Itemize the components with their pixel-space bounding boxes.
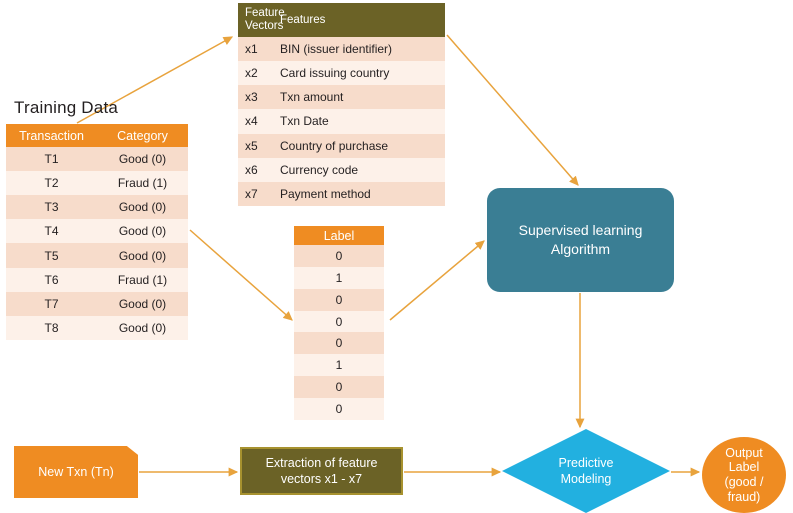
table-row: 0: [294, 310, 384, 333]
training-cell-transaction: T7: [6, 291, 97, 316]
output-label-line2: Label: [728, 460, 760, 475]
training-cell-transaction: T8: [6, 315, 97, 340]
training-cell-category: Good (0): [97, 195, 188, 220]
training-cell-transaction: T2: [6, 171, 97, 196]
table-row: T3 Good (0): [6, 195, 188, 220]
label-header: Label: [294, 226, 384, 246]
feature-cell-vector: x7: [238, 181, 273, 206]
feature-cell-vector: x3: [238, 85, 273, 110]
output-label-node: Output Label (good / fraud): [702, 437, 786, 513]
algorithm-label-line1: Supervised learning: [518, 222, 643, 239]
table-row: 0: [294, 398, 384, 420]
label-cell: 0: [294, 310, 384, 333]
arrow-training-to-labels: [189, 229, 293, 321]
predictive-label-line1: Predictive: [558, 455, 614, 470]
label-table: Label 0 1 0 0 0 1 0 0: [294, 226, 384, 420]
feature-header-features: Features: [273, 3, 445, 38]
extraction-label-line1: Extraction of feature: [265, 455, 378, 470]
feature-vectors-table: Feature Vectors Features x1 BIN (issuer …: [238, 3, 445, 206]
predictive-label-line2: Modeling: [560, 472, 612, 486]
feature-cell-description: Payment method: [273, 181, 445, 206]
training-cell-transaction: T5: [6, 243, 97, 268]
table-row: x4 Txn Date: [238, 109, 445, 134]
diagram-canvas: Training Data Transaction Category T1 Go…: [0, 0, 793, 513]
table-row: 0: [294, 288, 384, 311]
table-row: T6 Fraud (1): [6, 267, 188, 292]
table-row: x6 Currency code: [238, 157, 445, 182]
feature-cell-vector: x2: [238, 61, 273, 86]
output-label-line4: fraud): [727, 489, 761, 504]
label-cell: 0: [294, 245, 384, 267]
table-row: x1 BIN (issuer identifier): [238, 37, 445, 62]
table-row: x5 Country of purchase: [238, 133, 445, 158]
feature-cell-description: Txn amount: [273, 85, 445, 110]
training-cell-category: Good (0): [97, 315, 188, 340]
table-row: x3 Txn amount: [238, 85, 445, 110]
new-transaction-node: New Txn (Tn): [14, 446, 138, 498]
training-cell-category: Fraud (1): [97, 267, 188, 292]
label-cell: 1: [294, 354, 384, 377]
label-cell: 0: [294, 288, 384, 311]
arrow-labels-to-algorithm: [389, 240, 485, 321]
table-row: 1: [294, 354, 384, 377]
training-data-table: Transaction Category T1 Good (0) T2 Frau…: [6, 124, 188, 340]
predictive-modeling-node: Predictive Modeling: [502, 429, 670, 513]
training-cell-transaction: T4: [6, 219, 97, 244]
output-label-line1: Output: [725, 445, 763, 460]
table-row: x2 Card issuing country: [238, 61, 445, 86]
training-cell-transaction: T3: [6, 195, 97, 220]
new-transaction-label: New Txn (Tn): [38, 465, 114, 479]
table-row: 0: [294, 376, 384, 399]
feature-cell-description: Country of purchase: [273, 133, 445, 158]
extraction-label-line2: vectors x1 - x7: [280, 472, 363, 486]
training-cell-transaction: T1: [6, 147, 97, 172]
table-row: T8 Good (0): [6, 315, 188, 340]
table-row: 0: [294, 245, 384, 267]
table-row: 1: [294, 266, 384, 289]
arrow-features-to-algorithm: [446, 34, 579, 186]
supervised-learning-algorithm-node: Supervised learning Algorithm: [487, 188, 674, 292]
feature-extraction-node: Extraction of feature vectors x1 - x7: [240, 447, 403, 495]
training-cell-category: Good (0): [97, 147, 188, 172]
table-row: T2 Fraud (1): [6, 171, 188, 196]
feature-header-line2: Vectors: [245, 20, 284, 33]
feature-cell-vector: x1: [238, 37, 273, 62]
feature-cell-vector: x4: [238, 109, 273, 134]
table-row: T1 Good (0): [6, 147, 188, 172]
training-cell-transaction: T6: [6, 267, 97, 292]
feature-cell-description: Card issuing country: [273, 61, 445, 86]
table-row: x7 Payment method: [238, 181, 445, 206]
training-cell-category: Good (0): [97, 243, 188, 268]
table-row: T7 Good (0): [6, 291, 188, 316]
training-header-transaction: Transaction: [6, 124, 97, 148]
feature-header-line1: Feature: [245, 7, 285, 20]
training-cell-category: Good (0): [97, 291, 188, 316]
feature-cell-description: Txn Date: [273, 109, 445, 134]
feature-cell-vector: x5: [238, 133, 273, 158]
table-row: 0: [294, 332, 384, 355]
table-row: T4 Good (0): [6, 219, 188, 244]
table-row: T5 Good (0): [6, 243, 188, 268]
training-data-title: Training Data: [14, 98, 119, 117]
feature-cell-description: Currency code: [273, 157, 445, 182]
label-cell: 0: [294, 398, 384, 420]
training-header-category: Category: [97, 124, 188, 148]
training-cell-category: Good (0): [97, 219, 188, 244]
feature-header-vectors: Feature Vectors: [238, 3, 285, 38]
feature-cell-vector: x6: [238, 157, 273, 182]
output-label-line3: (good /: [724, 475, 764, 489]
algorithm-label-line2: Algorithm: [550, 241, 611, 257]
label-cell: 0: [294, 376, 384, 399]
label-cell: 0: [294, 332, 384, 355]
label-cell: 1: [294, 266, 384, 289]
predictive-modeling-label-wrap: Predictive Modeling: [502, 429, 670, 513]
feature-cell-description: BIN (issuer identifier): [273, 37, 445, 62]
training-cell-category: Fraud (1): [97, 171, 188, 196]
